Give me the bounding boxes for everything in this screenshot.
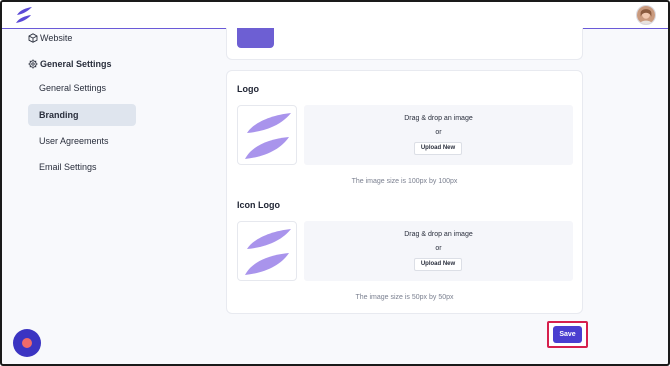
help-launcher-button[interactable] (13, 329, 41, 357)
sidebar-item-website[interactable]: Website (28, 32, 72, 44)
sidebar-subitem-email-settings[interactable]: Email Settings (28, 156, 136, 178)
branding-card: Logo Drag & drop an image or Upload New … (226, 70, 583, 314)
dropzone-or: or (435, 245, 442, 252)
app-window: Website General Settings General Setting… (0, 0, 670, 366)
color-card (226, 28, 583, 60)
save-button-highlight: Save (547, 321, 588, 348)
user-avatar-image (637, 6, 655, 24)
icon-logo-preview (237, 221, 297, 281)
dropzone-text: Drag & drop an image (404, 231, 473, 238)
logo-section-title: Logo (237, 84, 259, 94)
upload-new-button[interactable]: Upload New (414, 258, 462, 271)
logo-preview (237, 105, 297, 165)
user-avatar[interactable] (636, 5, 656, 25)
launcher-dot-icon (22, 338, 32, 348)
leaf-logo-icon (245, 229, 291, 275)
cube-icon (28, 33, 38, 43)
sidebar: Website General Settings General Setting… (2, 29, 212, 364)
dropzone-text: Drag & drop an image (404, 115, 473, 122)
logo-dropzone[interactable]: Drag & drop an image or Upload New (304, 105, 573, 165)
sidebar-item-general-settings[interactable]: General Settings (28, 58, 112, 70)
leaf-logo-icon[interactable] (14, 6, 34, 25)
dropzone-or: or (435, 129, 442, 136)
top-bar (2, 2, 668, 29)
icon-logo-section-title: Icon Logo (237, 200, 280, 210)
brand-color-swatch[interactable] (237, 28, 274, 48)
sidebar-subitem-general-settings[interactable]: General Settings (28, 77, 136, 99)
sidebar-item-label: General Settings (40, 59, 112, 69)
logo-size-note: The image size is 100px by 100px (351, 178, 458, 185)
gear-icon (28, 59, 38, 69)
sidebar-subitem-branding[interactable]: Branding (28, 104, 136, 126)
save-button[interactable]: Save (553, 326, 582, 343)
sidebar-item-label: Website (40, 33, 73, 43)
sidebar-subitem-user-agreements[interactable]: User Agreements (28, 130, 136, 152)
upload-new-button[interactable]: Upload New (414, 142, 462, 155)
icon-logo-dropzone[interactable]: Drag & drop an image or Upload New (304, 221, 573, 281)
leaf-logo-icon (245, 113, 291, 159)
icon-logo-size-note: The image size is 50px by 50px (355, 294, 454, 301)
